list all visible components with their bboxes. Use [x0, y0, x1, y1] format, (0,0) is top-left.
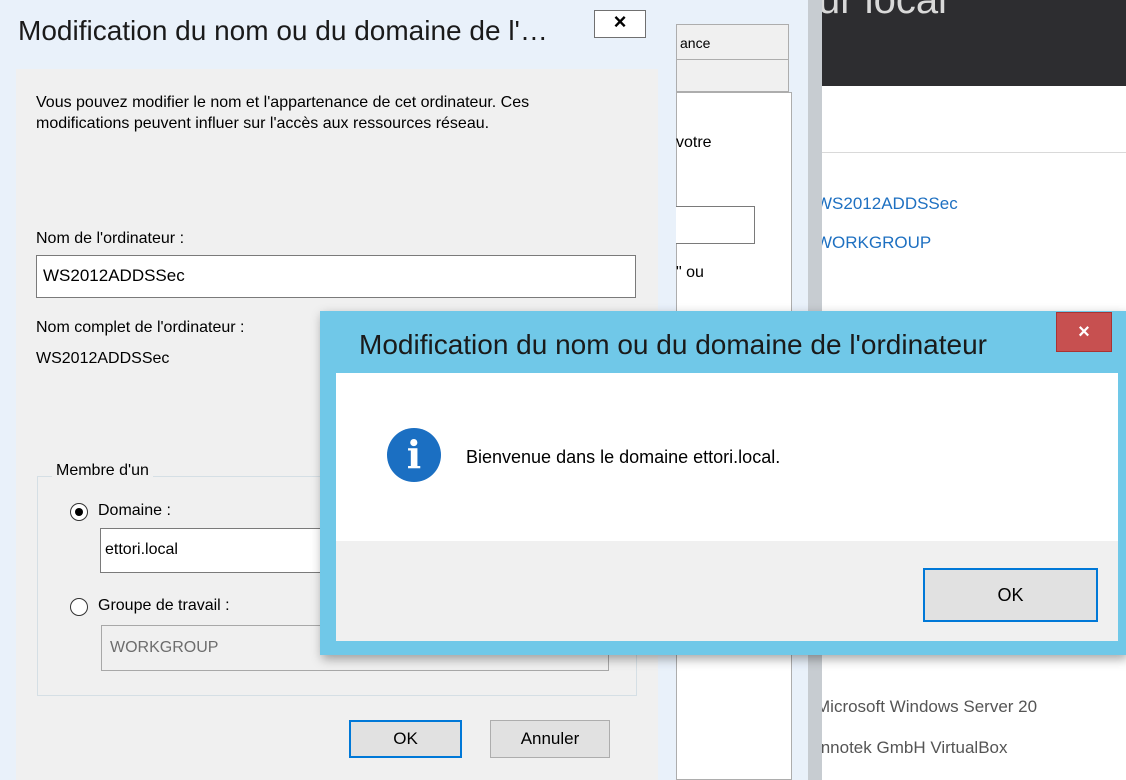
- domain-radio[interactable]: [70, 503, 88, 521]
- workgroup-label: Groupe de travail :: [98, 597, 230, 614]
- server-manager-header: ur local: [808, 0, 1126, 86]
- tab-fragment-row[interactable]: [676, 60, 789, 92]
- workgroup-radio[interactable]: [70, 598, 88, 616]
- divider: [822, 152, 1126, 153]
- welcome-message-box: Modification du nom ou du domaine de l'o…: [320, 311, 1126, 655]
- description-input[interactable]: [676, 206, 755, 244]
- message-box-title: Modification du nom ou du domaine de l'o…: [359, 329, 987, 360]
- dialog-title: Modification du nom ou du domaine de l'…: [18, 15, 548, 46]
- manufacturer-value: Innotek GmbH VirtualBox: [816, 738, 1008, 757]
- cancel-button[interactable]: Annuler: [490, 720, 610, 758]
- text-fragment: " ou: [676, 264, 704, 281]
- full-name-value: WS2012ADDSSec: [36, 350, 170, 367]
- domain-label: Domaine :: [98, 502, 171, 519]
- computer-name-label: Nom de l'ordinateur :: [36, 230, 185, 247]
- message-text: Bienvenue dans le domaine ettori.local.: [466, 447, 781, 467]
- ok-button[interactable]: OK: [923, 568, 1098, 622]
- server-manager-title: ur local: [818, 0, 947, 22]
- close-button[interactable]: ×: [594, 10, 646, 38]
- full-name-label: Nom complet de l'ordinateur :: [36, 319, 245, 336]
- close-button[interactable]: ×: [1056, 312, 1112, 352]
- tab-fragment[interactable]: ance: [676, 24, 789, 60]
- dialog-description: Vous pouvez modifier le nom et l'apparte…: [36, 94, 530, 132]
- text-fragment: votre: [676, 134, 712, 151]
- info-icon: i: [387, 428, 441, 482]
- workgroup-link[interactable]: WORKGROUP: [816, 233, 1116, 253]
- computer-name-input[interactable]: WS2012ADDSSec: [36, 255, 636, 298]
- computer-name-link[interactable]: WS2012ADDSSec: [816, 194, 1116, 214]
- ok-button[interactable]: OK: [349, 720, 462, 758]
- radio-selected-dot: [75, 508, 83, 516]
- member-of-label: Membre d'un: [52, 462, 153, 480]
- domain-input[interactable]: ettori.local: [100, 528, 330, 573]
- os-value: Microsoft Windows Server 20: [816, 697, 1038, 716]
